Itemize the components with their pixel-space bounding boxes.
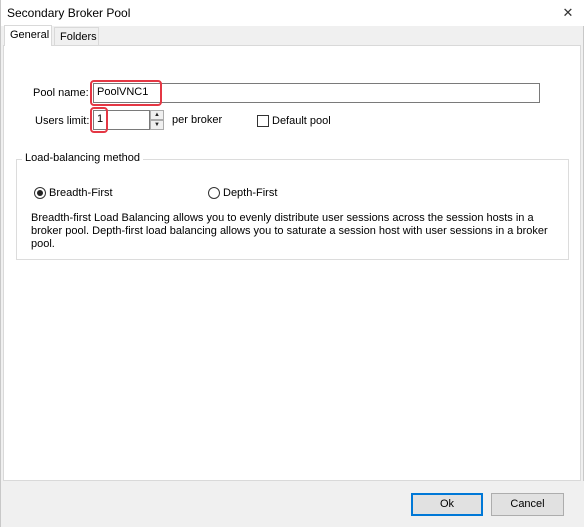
tab-general[interactable]: General	[4, 25, 52, 46]
users-limit-stepper[interactable]: ▲ ▼	[150, 110, 164, 130]
pool-name-highlight	[90, 80, 162, 106]
title-bar: Secondary Broker Pool ✕	[1, 0, 584, 26]
users-limit-highlight	[90, 107, 108, 133]
users-limit-label: Users limit:	[35, 115, 90, 127]
breadth-first-label[interactable]: Breadth-First	[49, 187, 113, 199]
button-bar: Ok Cancel	[1, 481, 584, 527]
ok-button[interactable]: Ok	[411, 493, 483, 516]
dialog-window: Secondary Broker Pool ✕ General Folders …	[0, 0, 584, 527]
spin-up-icon[interactable]: ▲	[150, 110, 164, 120]
breadth-first-radio[interactable]	[34, 187, 46, 199]
load-balancing-description: Breadth-first Load Balancing allows you …	[31, 212, 548, 250]
depth-first-radio[interactable]	[208, 187, 220, 199]
load-balancing-group: Load-balancing method Breadth-First Dept…	[16, 152, 569, 260]
cancel-button[interactable]: Cancel	[491, 493, 564, 516]
default-pool-label[interactable]: Default pool	[272, 115, 331, 127]
close-icon[interactable]: ✕	[559, 4, 577, 22]
default-pool-checkbox[interactable]	[257, 115, 269, 127]
tab-folders[interactable]: Folders	[54, 27, 99, 46]
load-balancing-title: Load-balancing method	[22, 152, 143, 164]
radio-selected-dot	[37, 190, 43, 196]
spin-down-icon[interactable]: ▼	[150, 120, 164, 130]
depth-first-label[interactable]: Depth-First	[223, 187, 277, 199]
general-tab-panel: Pool name: PoolVNC1 Users limit: 1 ▲ ▼ p…	[3, 45, 581, 481]
window-title: Secondary Broker Pool	[7, 6, 131, 20]
per-broker-label: per broker	[172, 114, 223, 126]
pool-name-label: Pool name:	[33, 87, 89, 99]
